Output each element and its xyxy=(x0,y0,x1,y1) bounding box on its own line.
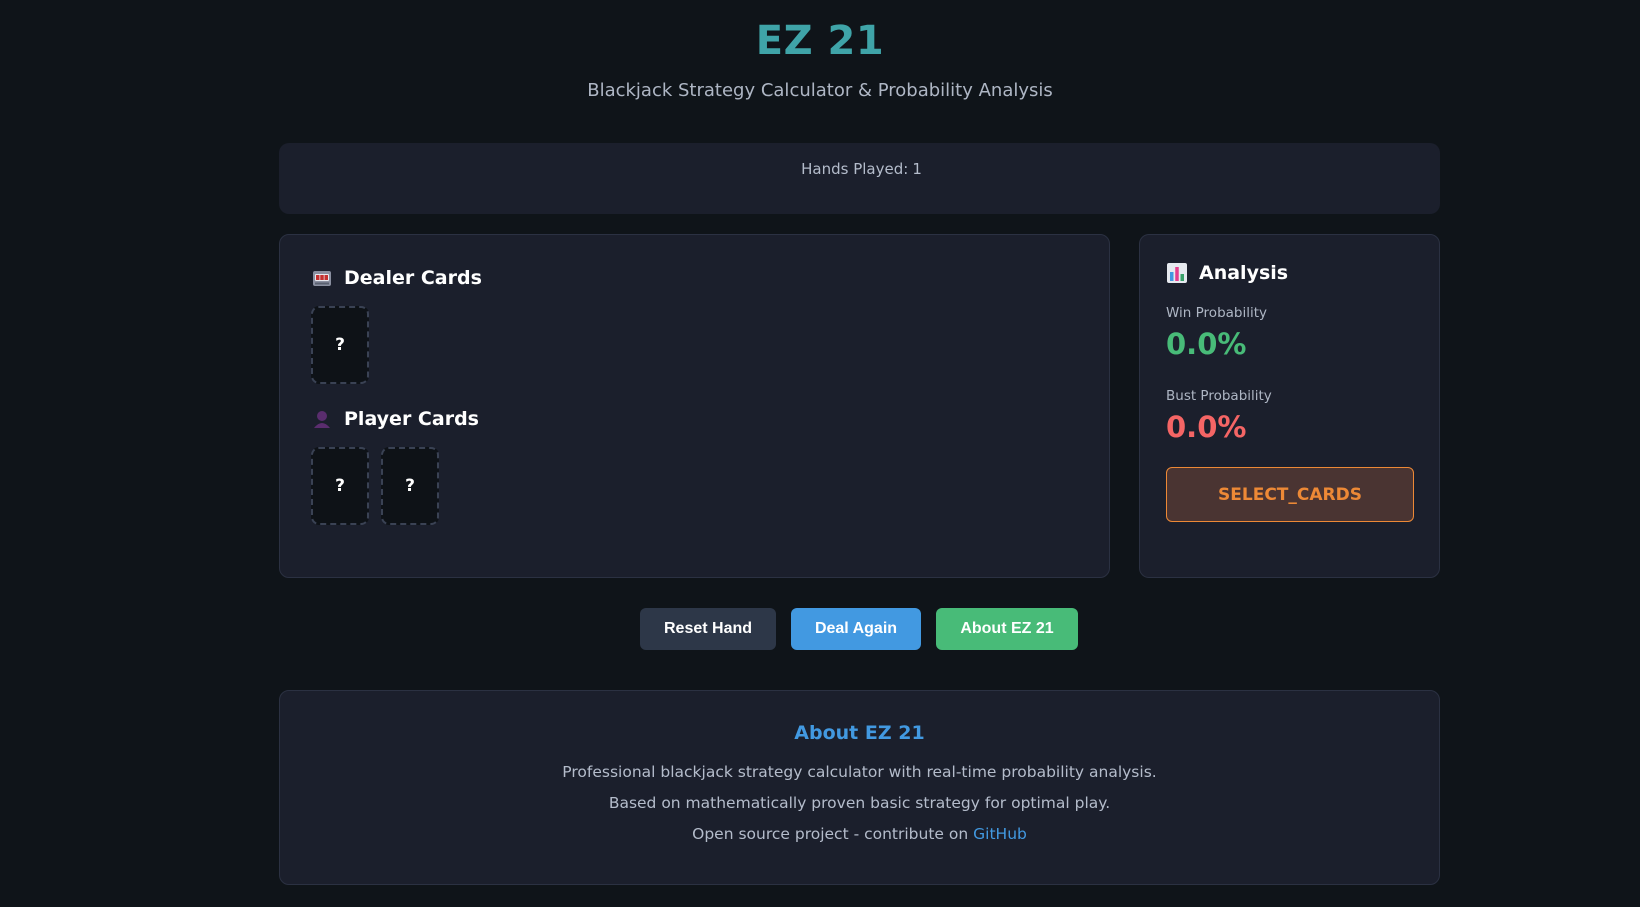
player-section-title: Player Cards xyxy=(312,408,479,430)
hands-played: Hands Played: 1 xyxy=(279,160,1440,178)
stats-bar: Hands Played: 1 xyxy=(279,143,1440,214)
analysis-label: Analysis xyxy=(1199,262,1289,284)
person-icon xyxy=(312,409,332,429)
player-card-slot-2[interactable]: ? xyxy=(381,447,439,525)
about-title: About EZ 21 xyxy=(794,722,925,744)
github-link[interactable]: GitHub xyxy=(973,825,1027,843)
dealer-card-slot[interactable]: ? xyxy=(311,306,369,384)
about-button[interactable]: About EZ 21 xyxy=(936,608,1078,650)
open-source-text: Open source project - contribute on xyxy=(692,825,969,843)
about-description: Professional blackjack strategy calculat… xyxy=(562,763,1157,781)
bust-probability-value: 0.0% xyxy=(1166,410,1247,444)
bar-chart-icon xyxy=(1167,263,1187,283)
hands-played-label: Hands Played: xyxy=(801,160,909,178)
analysis-section-title: Analysis xyxy=(1167,262,1288,284)
bust-probability-label: Bust Probability xyxy=(1166,388,1272,404)
win-probability-value: 0.0% xyxy=(1166,327,1247,361)
player-card-slot-1[interactable]: ? xyxy=(311,447,369,525)
dealer-section-title: Dealer Cards xyxy=(312,267,482,289)
slot-machine-icon xyxy=(312,268,332,288)
app-title: EZ 21 xyxy=(755,18,885,64)
win-probability-label: Win Probability xyxy=(1166,305,1268,321)
reset-hand-button[interactable]: Reset Hand xyxy=(640,608,776,650)
player-cards-label: Player Cards xyxy=(344,408,479,430)
deal-again-button[interactable]: Deal Again xyxy=(791,608,921,650)
card-table-panel: Dealer Cards ? Player Cards ? ? xyxy=(279,234,1110,578)
app-subtitle: Blackjack Strategy Calculator & Probabil… xyxy=(587,80,1053,101)
hands-played-value: 1 xyxy=(912,160,922,178)
analysis-panel: Analysis Win Probability 0.0% Bust Proba… xyxy=(1139,234,1440,578)
select-cards-button[interactable]: SELECT_CARDS xyxy=(1166,467,1414,522)
about-panel: About EZ 21 Professional blackjack strat… xyxy=(279,690,1440,885)
about-open-source-note: Open source project - contribute on GitH… xyxy=(280,825,1439,843)
dealer-cards-label: Dealer Cards xyxy=(344,267,482,289)
about-strategy-note: Based on mathematically proven basic str… xyxy=(608,794,1111,812)
